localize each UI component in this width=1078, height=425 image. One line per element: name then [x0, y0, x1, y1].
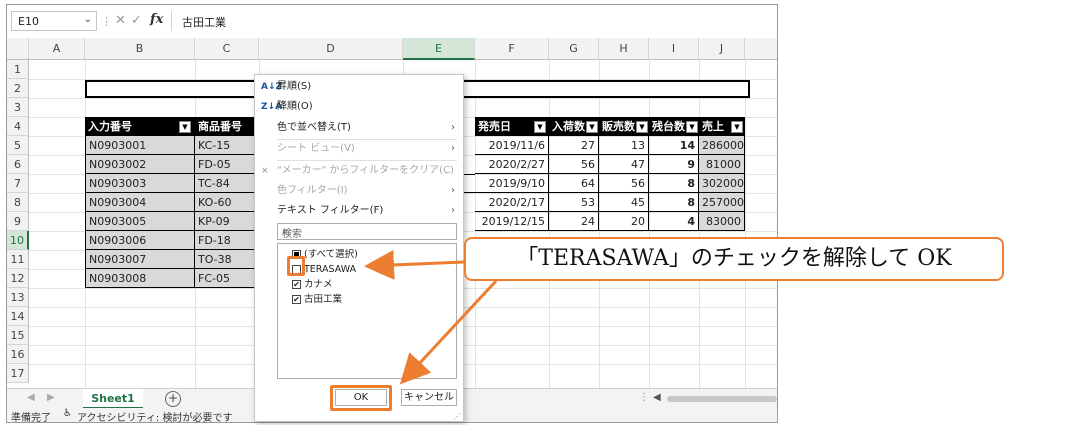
arrow-to-checkbox — [364, 249, 465, 280]
instruction-callout: 「TERASAWA」のチェックを解除して OK — [464, 237, 1004, 281]
annotation-arrows — [364, 249, 498, 385]
arrow-to-ok — [399, 279, 498, 385]
